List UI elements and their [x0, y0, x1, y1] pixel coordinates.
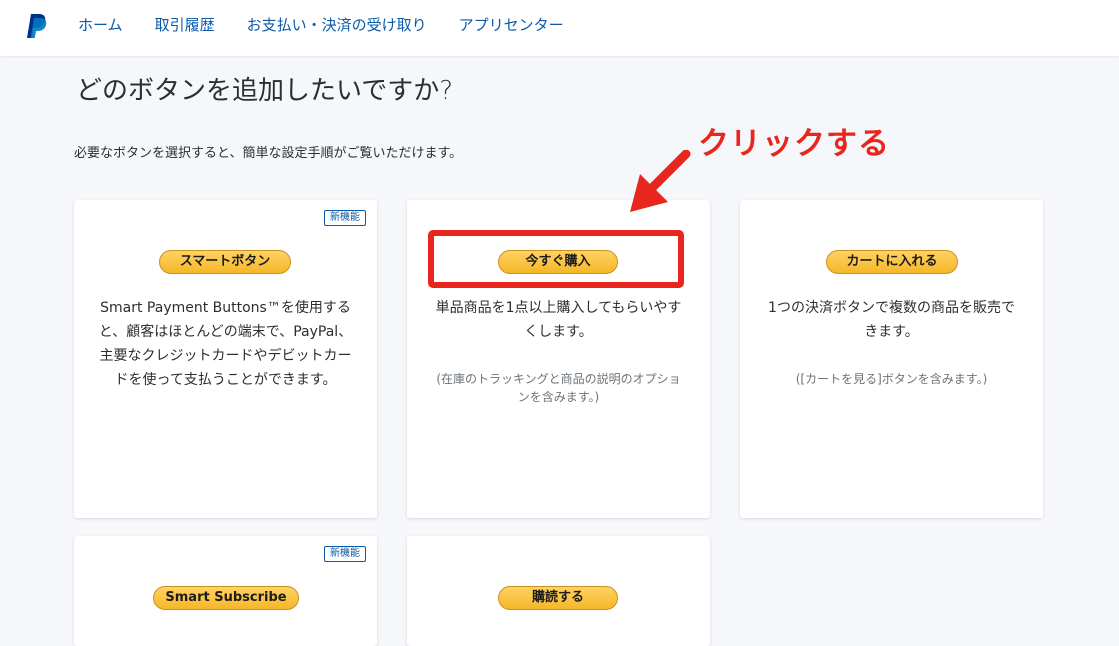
nav-item-home[interactable]: ホーム [78, 14, 123, 36]
card-smart-buttons: 新機能 スマートボタン Smart Payment Buttons™を使用すると… [74, 200, 377, 518]
card-smart-subscribe: 新機能 Smart Subscribe [74, 536, 377, 646]
page-title: どのボタンを追加したいですか? [76, 76, 454, 106]
new-feature-badge: 新機能 [324, 210, 366, 226]
card-buy-now: 今すぐ購入 単品商品を1点以上購入してもらいやすくします。 (在庫のトラッキング… [407, 200, 710, 518]
card-description: 1つの決済ボタンで複数の商品を販売できます。 [768, 300, 1015, 340]
nav-item-payments[interactable]: お支払い・決済の受け取り [247, 14, 427, 36]
annotation-callout: クリックする [698, 126, 890, 162]
nav-item-app-center[interactable]: アプリセンター [459, 14, 564, 36]
arrow-down-left-icon [630, 150, 691, 212]
page-subtitle: 必要なボタンを選択すると、簡単な設定手順がご覧いただけます。 [74, 146, 463, 161]
nav-item-activity[interactable]: 取引履歴 [155, 14, 215, 36]
add-to-cart-button[interactable]: カートに入れる [826, 250, 958, 274]
card-add-to-cart: カートに入れる 1つの決済ボタンで複数の商品を販売できます。 ([カートを見る]… [740, 200, 1043, 518]
card-subscribe: 購読する [407, 536, 710, 646]
top-navigation: ホーム 取引履歴 お支払い・決済の受け取り アプリセンター [0, 0, 1119, 56]
card-note: (在庫のトラッキングと商品の説明のオプションを含みます。) [436, 372, 681, 404]
card-description: 単品商品を1点以上購入してもらいやすくします。 [435, 300, 682, 340]
subscribe-button[interactable]: 購読する [498, 586, 618, 610]
new-feature-badge: 新機能 [324, 546, 366, 562]
paypal-logo-icon[interactable] [24, 13, 48, 39]
card-description: Smart Payment Buttons™を使用すると、顧客はほとんどの端末で… [98, 300, 353, 388]
card-note: ([カートを見る]ボタンを含みます。) [795, 372, 988, 386]
main-nav: ホーム 取引履歴 お支払い・決済の受け取り アプリセンター [78, 14, 596, 36]
smart-buttons-button[interactable]: スマートボタン [159, 250, 291, 274]
smart-subscribe-button[interactable]: Smart Subscribe [153, 586, 299, 610]
buy-now-button[interactable]: 今すぐ購入 [498, 250, 618, 274]
